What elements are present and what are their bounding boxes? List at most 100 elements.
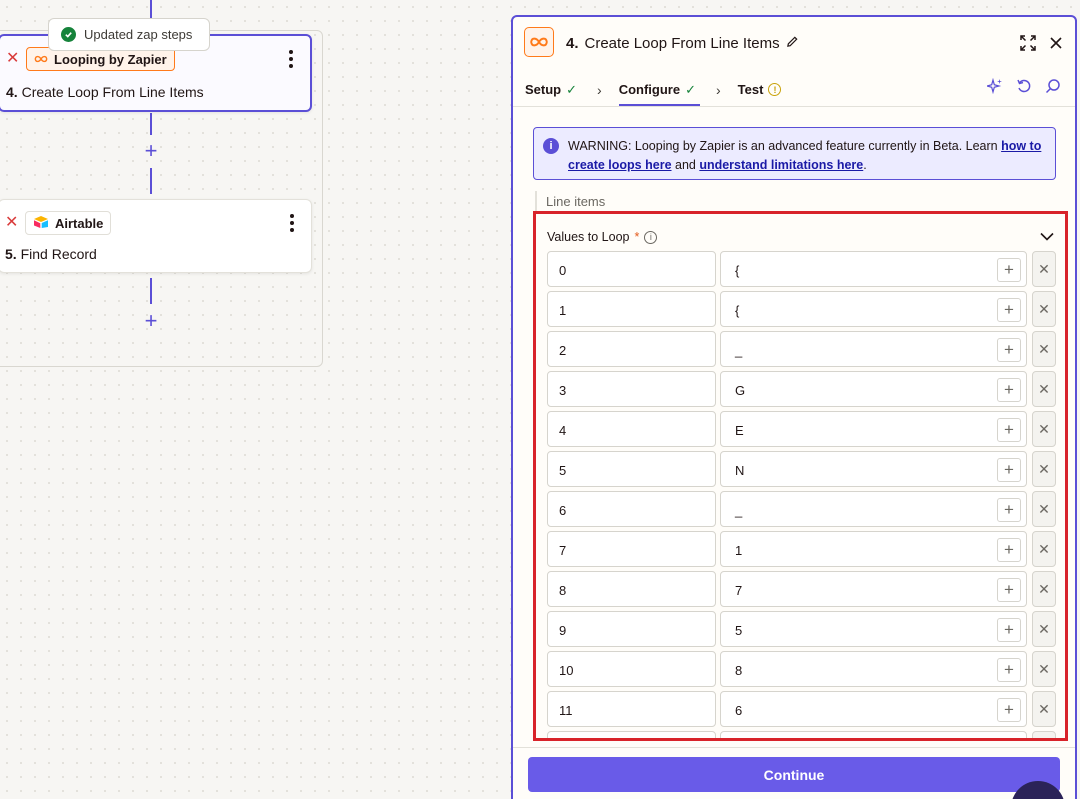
remove-row-x-icon[interactable]: ✕ xyxy=(1032,491,1056,527)
tab-setup[interactable]: Setup ✓ xyxy=(525,73,577,106)
key-input[interactable]: 0 xyxy=(547,251,716,287)
value-text: G xyxy=(735,383,746,398)
key-value-row: 11 6 + ✕ xyxy=(547,691,1059,731)
value-input[interactable]: 1 + xyxy=(720,531,1027,567)
error-x-icon: ✕ xyxy=(6,50,20,67)
key-input[interactable]: 9 xyxy=(547,611,716,647)
section-indent-bar xyxy=(535,191,537,211)
value-input[interactable]: {+ xyxy=(720,291,1027,327)
tab-label: Configure xyxy=(618,82,681,97)
warning-icon: ! xyxy=(768,83,782,96)
insert-data-plus-icon[interactable]: + xyxy=(997,578,1021,602)
values-to-loop-field: Values to Loop * i 0{+ ✕ 1{+ ✕ 2 _ + ✕ 3 G + ✕ 4 E + ✕ 5… xyxy=(533,211,1068,741)
key-input[interactable]: 6 xyxy=(547,491,716,527)
value-input[interactable]: {+ xyxy=(720,251,1027,287)
key-input[interactable]: 8 xyxy=(547,571,716,607)
value-text: 8 xyxy=(735,663,743,678)
step-title-text: Find Record xyxy=(20,246,97,262)
value-text: 1 xyxy=(735,543,743,558)
value-input[interactable]: G + xyxy=(720,371,1027,407)
step-tabs: Setup ✓ › Configure ✓ › Test ! xyxy=(525,73,782,106)
value-text: { xyxy=(735,303,740,318)
key-value-row: 5 N + ✕ xyxy=(547,451,1059,491)
success-check-icon xyxy=(61,27,76,42)
key-input[interactable]: 5 xyxy=(547,451,716,487)
panel-title: 4. Create Loop From Line Items xyxy=(566,35,799,52)
step-editor-panel: 4. Create Loop From Line Items Setup ✓ ›… xyxy=(511,15,1077,799)
limitations-link[interactable]: understand limitations here xyxy=(699,158,863,172)
value-input[interactable]: _ + xyxy=(720,491,1027,527)
value-input[interactable]: _ + xyxy=(720,331,1027,367)
insert-data-plus-icon[interactable]: + xyxy=(997,418,1021,442)
tab-test[interactable]: Test ! xyxy=(738,73,782,106)
insert-data-plus-icon[interactable]: + xyxy=(997,498,1021,522)
panel-tools xyxy=(987,78,1061,94)
remove-row-x-icon[interactable]: ✕ xyxy=(1032,571,1056,607)
edit-pencil-icon[interactable] xyxy=(786,35,799,52)
add-step-button[interactable]: + xyxy=(140,310,162,332)
key-value-row: 6 _ + ✕ xyxy=(547,491,1059,531)
value-input[interactable]: E + xyxy=(720,411,1027,447)
key-input[interactable]: 1 xyxy=(547,291,716,327)
value-input[interactable]: 6 + xyxy=(720,691,1027,727)
remove-row-x-icon[interactable]: ✕ xyxy=(1032,451,1056,487)
app-name: Looping by Zapier xyxy=(54,51,167,67)
loop-icon xyxy=(34,52,48,67)
remove-row-x-icon[interactable]: ✕ xyxy=(1032,731,1056,738)
undo-icon[interactable] xyxy=(1016,78,1032,94)
divider xyxy=(513,747,1075,748)
remove-row-x-icon[interactable]: ✕ xyxy=(1032,651,1056,687)
insert-data-plus-icon[interactable]: + xyxy=(997,258,1021,282)
value-input[interactable]: 8 + xyxy=(720,651,1027,687)
close-icon[interactable] xyxy=(1046,33,1066,53)
expand-icon[interactable] xyxy=(1018,33,1038,53)
insert-data-plus-icon[interactable]: + xyxy=(997,538,1021,562)
remove-row-x-icon[interactable]: ✕ xyxy=(1032,691,1056,727)
insert-data-plus-icon[interactable]: + xyxy=(997,618,1021,642)
key-input[interactable]: 2 xyxy=(547,331,716,367)
remove-row-x-icon[interactable]: ✕ xyxy=(1032,251,1056,287)
key-input[interactable]: 7 xyxy=(547,531,716,567)
key-input[interactable]: 10 xyxy=(547,651,716,687)
key-input[interactable]: 12 xyxy=(547,731,716,738)
remove-row-x-icon[interactable]: ✕ xyxy=(1032,411,1056,447)
check-icon: ✓ xyxy=(566,81,578,97)
step-menu-button[interactable] xyxy=(289,214,295,232)
value-input[interactable]: 5+ xyxy=(720,611,1027,647)
step-menu-button[interactable] xyxy=(288,50,294,68)
value-input[interactable]: 7 + xyxy=(720,571,1027,607)
key-input[interactable]: 4 xyxy=(547,411,716,447)
value-input[interactable]: 5+ xyxy=(720,731,1027,741)
insert-data-plus-icon[interactable]: + xyxy=(997,698,1021,722)
value-text: 6 xyxy=(735,703,743,718)
insert-data-plus-icon[interactable]: + xyxy=(997,458,1021,482)
key-input[interactable]: 11 xyxy=(547,691,716,727)
insert-data-plus-icon[interactable]: + xyxy=(997,338,1021,362)
tab-configure[interactable]: Configure ✓ xyxy=(618,73,701,106)
panel-title-text: Create Loop From Line Items xyxy=(584,35,780,52)
search-icon[interactable] xyxy=(1045,78,1061,94)
insert-data-plus-icon[interactable]: + xyxy=(997,298,1021,322)
remove-row-x-icon[interactable]: ✕ xyxy=(1032,531,1056,567)
continue-button[interactable]: Continue xyxy=(528,757,1060,792)
chevron-down-icon[interactable] xyxy=(1039,228,1055,244)
remove-row-x-icon[interactable]: ✕ xyxy=(1032,291,1056,327)
insert-data-plus-icon[interactable]: + xyxy=(997,378,1021,402)
remove-row-x-icon[interactable]: ✕ xyxy=(1032,331,1056,367)
value-text: _ xyxy=(735,343,743,358)
insert-data-plus-icon[interactable]: + xyxy=(997,658,1021,682)
remove-row-x-icon[interactable]: ✕ xyxy=(1032,611,1056,647)
key-value-row: 9 5 + ✕ xyxy=(547,611,1059,651)
step-card-airtable[interactable]: ✕ Airtable 5. Find Record xyxy=(0,199,312,273)
remove-row-x-icon[interactable]: ✕ xyxy=(1032,371,1056,407)
value-input[interactable]: N + xyxy=(720,451,1027,487)
sparkle-ai-icon[interactable] xyxy=(987,78,1003,94)
insert-data-plus-icon[interactable]: + xyxy=(997,738,1021,741)
add-step-button[interactable]: + xyxy=(140,140,162,162)
warning-text: . xyxy=(863,158,867,172)
key-input[interactable]: 3 xyxy=(547,371,716,407)
info-icon[interactable]: i xyxy=(644,230,658,244)
value-text: 7 xyxy=(735,583,743,598)
key-value-row: 12 5+ ✕ xyxy=(547,731,1059,741)
tab-label: Setup xyxy=(525,82,562,97)
